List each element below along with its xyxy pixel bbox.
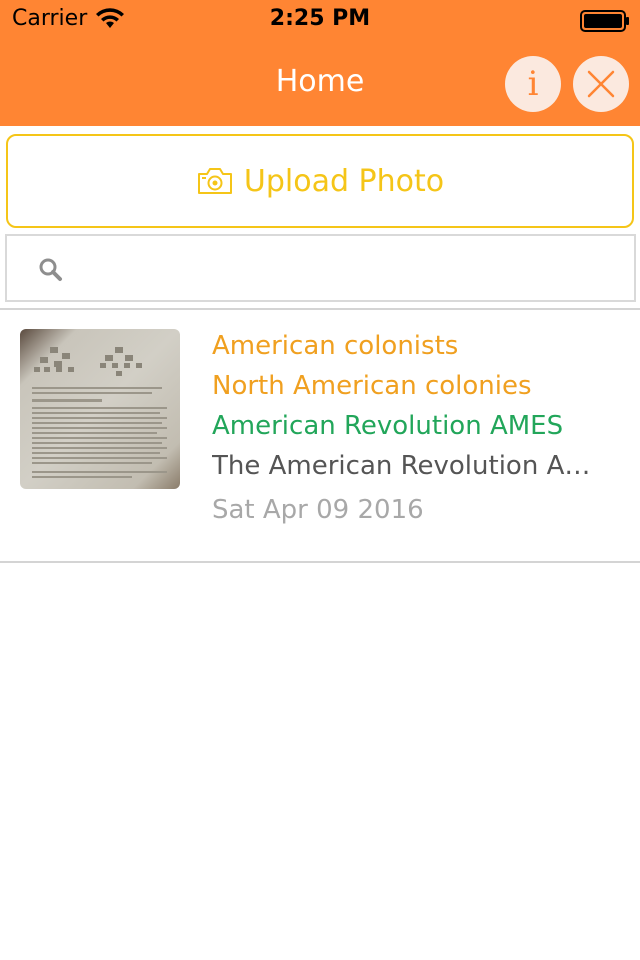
list-bottom-divider: [0, 561, 640, 563]
item-keyword: North American colonies: [212, 371, 532, 401]
search-icon: [39, 258, 62, 281]
battery-icon: [580, 10, 629, 32]
close-icon: [587, 70, 615, 98]
nav-header: Carrier 2:25 PM Home i: [0, 0, 640, 126]
item-snippet: The American Revolution AMES: [212, 451, 612, 481]
upload-photo-button[interactable]: Upload Photo: [6, 134, 634, 228]
status-bar: Carrier 2:25 PM: [0, 0, 640, 40]
document-photo-image: [32, 347, 167, 478]
info-button[interactable]: i: [505, 56, 561, 112]
upload-photo-label: Upload Photo: [243, 163, 445, 199]
item-keyword: American colonists: [212, 331, 459, 361]
item-details: American colonists North American coloni…: [212, 328, 612, 532]
search-input[interactable]: [5, 234, 636, 302]
item-thumbnail: [20, 329, 180, 489]
item-date: Sat Apr 09 2016: [212, 495, 424, 525]
camera-icon: [197, 168, 232, 194]
close-button[interactable]: [573, 56, 629, 112]
item-keyword-highlight: American Revolution AMES: [212, 411, 564, 441]
info-icon: i: [527, 64, 539, 104]
status-time: 2:25 PM: [269, 6, 371, 31]
list-item[interactable]: American colonists North American coloni…: [0, 310, 640, 560]
